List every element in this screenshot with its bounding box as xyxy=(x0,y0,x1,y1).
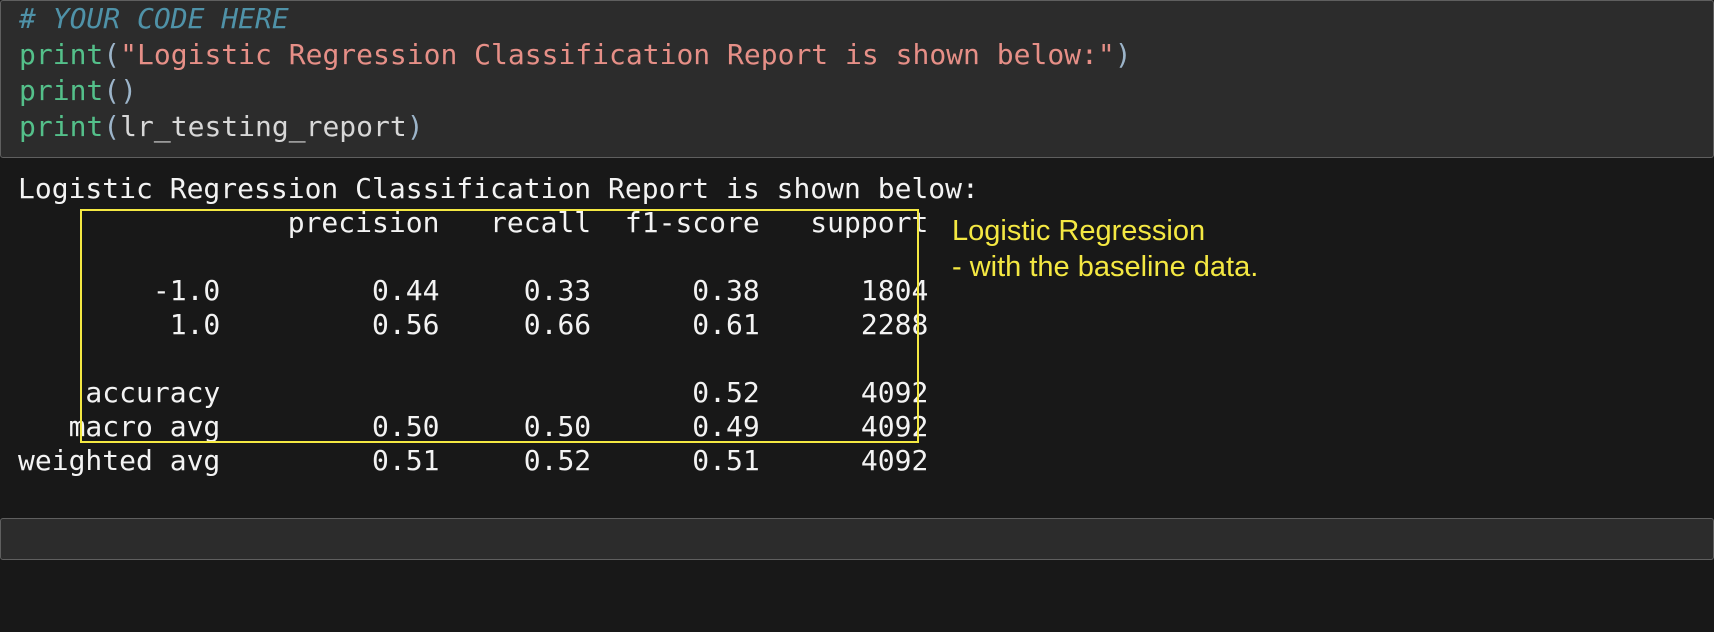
code-cell-input[interactable]: # YOUR CODE HERE print("Logistic Regress… xyxy=(0,0,1714,158)
print-fn-3: print xyxy=(19,110,103,143)
code-cell-output: Logistic Regression Classification Repor… xyxy=(0,172,1714,478)
output-title: Logistic Regression Classification Repor… xyxy=(18,172,1714,206)
print-arg-string: "Logistic Regression Classification Repo… xyxy=(120,38,1115,71)
code-comment: # YOUR CODE HERE xyxy=(19,2,289,35)
annotation-line-1: Logistic Regression xyxy=(952,213,1258,249)
classification-report-table: precision recall f1-score support -1.0 0… xyxy=(18,206,1714,478)
print-arg-var: lr_testing_report xyxy=(120,110,407,143)
code-content: # YOUR CODE HERE print("Logistic Regress… xyxy=(19,1,1695,145)
print-fn-1: print xyxy=(19,38,103,71)
annotation-line-2: - with the baseline data. xyxy=(952,249,1258,285)
next-code-cell[interactable] xyxy=(0,518,1714,560)
print-fn-2: print xyxy=(19,74,103,107)
annotation-text: Logistic Regression - with the baseline … xyxy=(952,213,1258,285)
